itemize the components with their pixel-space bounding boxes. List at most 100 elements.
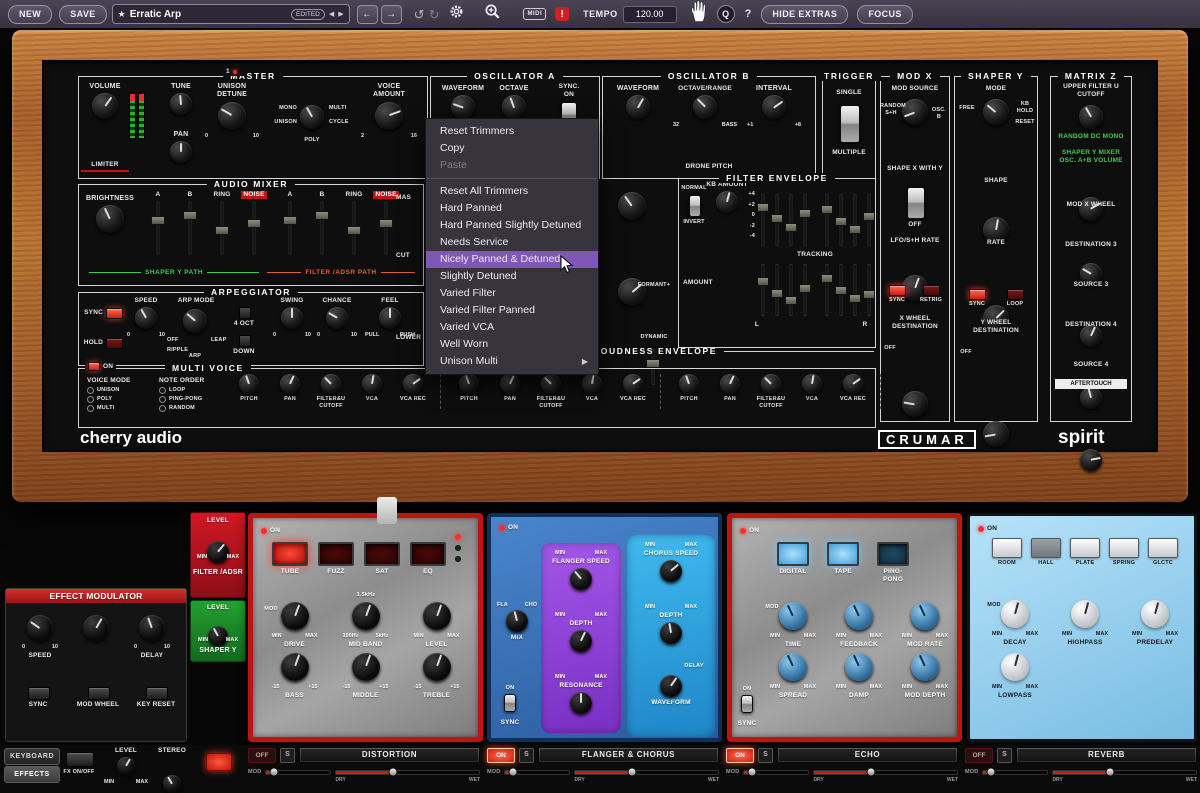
tune-knob[interactable] xyxy=(170,93,192,115)
echo-knob[interactable] xyxy=(845,602,873,630)
preset-back-button[interactable]: ← xyxy=(357,5,378,24)
strip-power-button[interactable]: ON xyxy=(726,748,754,763)
env-slider[interactable] xyxy=(835,263,847,317)
osc-b-interval-knob[interactable] xyxy=(762,95,786,119)
distortion-knob[interactable] xyxy=(423,602,451,630)
hide-extras-button[interactable]: HIDE EXTRAS xyxy=(761,5,848,24)
echo-mode-button[interactable] xyxy=(777,542,809,566)
distortion-mode-button[interactable] xyxy=(272,542,308,566)
undo-icon[interactable]: ↺ xyxy=(414,8,425,21)
env-slider[interactable] xyxy=(771,193,783,247)
reverb-mode-button[interactable] xyxy=(1109,538,1139,558)
env-slider[interactable] xyxy=(821,193,833,247)
echo-knob[interactable] xyxy=(911,602,939,630)
strip-power-button[interactable]: OFF xyxy=(248,748,276,763)
arp-sync-button[interactable] xyxy=(106,308,123,319)
mixer-channel-slider[interactable] xyxy=(283,201,297,255)
reverb-knob[interactable] xyxy=(1071,600,1099,628)
vca-trimmer-knob[interactable] xyxy=(362,374,382,394)
tempo-value[interactable]: 120.00 xyxy=(623,6,677,23)
fx-bypass-button[interactable] xyxy=(206,753,232,771)
keyboard-toggle-button[interactable]: KEYBOARD xyxy=(4,748,60,765)
reverb-mode-button[interactable] xyxy=(1070,538,1100,558)
voice-amount-knob[interactable] xyxy=(375,102,403,130)
settings-gear-icon[interactable] xyxy=(449,4,464,24)
pan-knob[interactable] xyxy=(170,141,192,163)
mixer-channel-slider[interactable] xyxy=(151,201,165,255)
chorus-speed-knob[interactable] xyxy=(660,560,682,582)
env-slider[interactable] xyxy=(757,263,769,317)
reverb-knob[interactable] xyxy=(1141,600,1169,628)
osc-b-waveform-knob[interactable] xyxy=(626,95,650,119)
echo-knob[interactable] xyxy=(911,653,939,681)
env-slider[interactable] xyxy=(799,193,811,247)
vca-rec-trimmer-knob[interactable] xyxy=(843,374,863,394)
shaper-sync-button[interactable] xyxy=(969,289,986,300)
echo-mode-button[interactable] xyxy=(877,542,909,566)
fx-level-knob[interactable] xyxy=(117,757,135,775)
strip-mix-slider[interactable] xyxy=(335,770,480,775)
env-slider[interactable] xyxy=(799,263,811,317)
echo-mode-button[interactable] xyxy=(827,542,859,566)
hand-drag-icon[interactable] xyxy=(688,0,708,29)
vca-trimmer-knob[interactable] xyxy=(802,374,822,394)
strip-solo-button[interactable]: S xyxy=(758,748,773,763)
env-slider[interactable] xyxy=(785,263,797,317)
volume-knob[interactable] xyxy=(92,93,118,119)
preset-name[interactable]: Erratic Arp xyxy=(130,9,287,20)
osc-a-waveform-knob[interactable] xyxy=(451,95,475,119)
context-menu-item[interactable]: Copy xyxy=(426,140,598,157)
context-menu-item[interactable]: Varied VCA xyxy=(426,319,598,336)
pitch-trimmer-knob[interactable] xyxy=(679,374,699,394)
echo-sync-switch[interactable] xyxy=(741,695,753,713)
pitch-trimmer-knob[interactable] xyxy=(239,374,259,394)
mixer-channel-slider[interactable] xyxy=(247,201,261,255)
context-menu-item[interactable]: Paste xyxy=(426,157,598,174)
vca-trimmer-knob[interactable] xyxy=(582,374,602,394)
strip-mix-slider[interactable] xyxy=(1052,770,1197,775)
chorus-depth-knob[interactable] xyxy=(660,622,682,644)
note-order-option[interactable]: PING-PONG xyxy=(159,396,225,403)
context-menu-item[interactable]: Varied Filter xyxy=(426,285,598,302)
mixer-channel-slider[interactable] xyxy=(215,201,229,255)
preset-next-icon[interactable]: ▶ xyxy=(338,10,343,18)
reverb-knob[interactable] xyxy=(1001,600,1029,628)
em-mod-wheel-button[interactable] xyxy=(88,687,110,700)
strip-solo-button[interactable]: S xyxy=(280,748,295,763)
echo-knob[interactable] xyxy=(779,602,807,630)
redo-icon[interactable]: ↻ xyxy=(429,8,440,21)
context-menu-item[interactable]: Reset Trimmers xyxy=(426,123,598,140)
env-slider[interactable] xyxy=(757,193,769,247)
radio-icon[interactable] xyxy=(87,405,94,412)
radio-icon[interactable] xyxy=(87,396,94,403)
env-slider[interactable] xyxy=(771,263,783,317)
mixer-channel-slider[interactable] xyxy=(315,201,329,255)
pan-trimmer-knob[interactable] xyxy=(280,374,300,394)
radio-icon[interactable] xyxy=(87,387,94,394)
voice-mode-option[interactable]: UNISON xyxy=(87,387,151,394)
arp-feel-knob[interactable] xyxy=(379,307,401,329)
env-slider[interactable] xyxy=(849,263,861,317)
filter-trimmer-knob[interactable] xyxy=(541,374,561,394)
unison-detune-knob[interactable] xyxy=(218,102,246,130)
echo-knob[interactable] xyxy=(779,653,807,681)
shaper-mode-knob[interactable] xyxy=(983,99,1009,125)
fx-onoff-button[interactable] xyxy=(66,752,94,767)
strip-mix-slider[interactable] xyxy=(574,770,719,775)
distortion-knob[interactable] xyxy=(281,602,309,630)
new-button[interactable]: NEW xyxy=(8,5,52,24)
fx-stereo-knob[interactable] xyxy=(163,775,181,793)
multi-voice-on-button[interactable] xyxy=(88,362,100,371)
context-menu-item[interactable]: Well Worn xyxy=(426,336,598,353)
strip-power-button[interactable]: OFF xyxy=(965,748,993,763)
context-menu-item[interactable] xyxy=(427,178,597,179)
vca-rec-trimmer-knob[interactable] xyxy=(403,374,423,394)
arp-down-button[interactable] xyxy=(239,335,251,347)
favorite-star-icon[interactable]: ★ xyxy=(118,9,126,20)
y-wheel-dest-knob[interactable] xyxy=(983,421,1009,447)
voice-mode-knob[interactable] xyxy=(300,105,324,129)
distortion-mode-button[interactable] xyxy=(410,542,446,566)
echo-knob[interactable] xyxy=(845,653,873,681)
osc-b-octave-knob[interactable] xyxy=(693,95,717,119)
flanger-depth-knob[interactable] xyxy=(570,630,592,652)
